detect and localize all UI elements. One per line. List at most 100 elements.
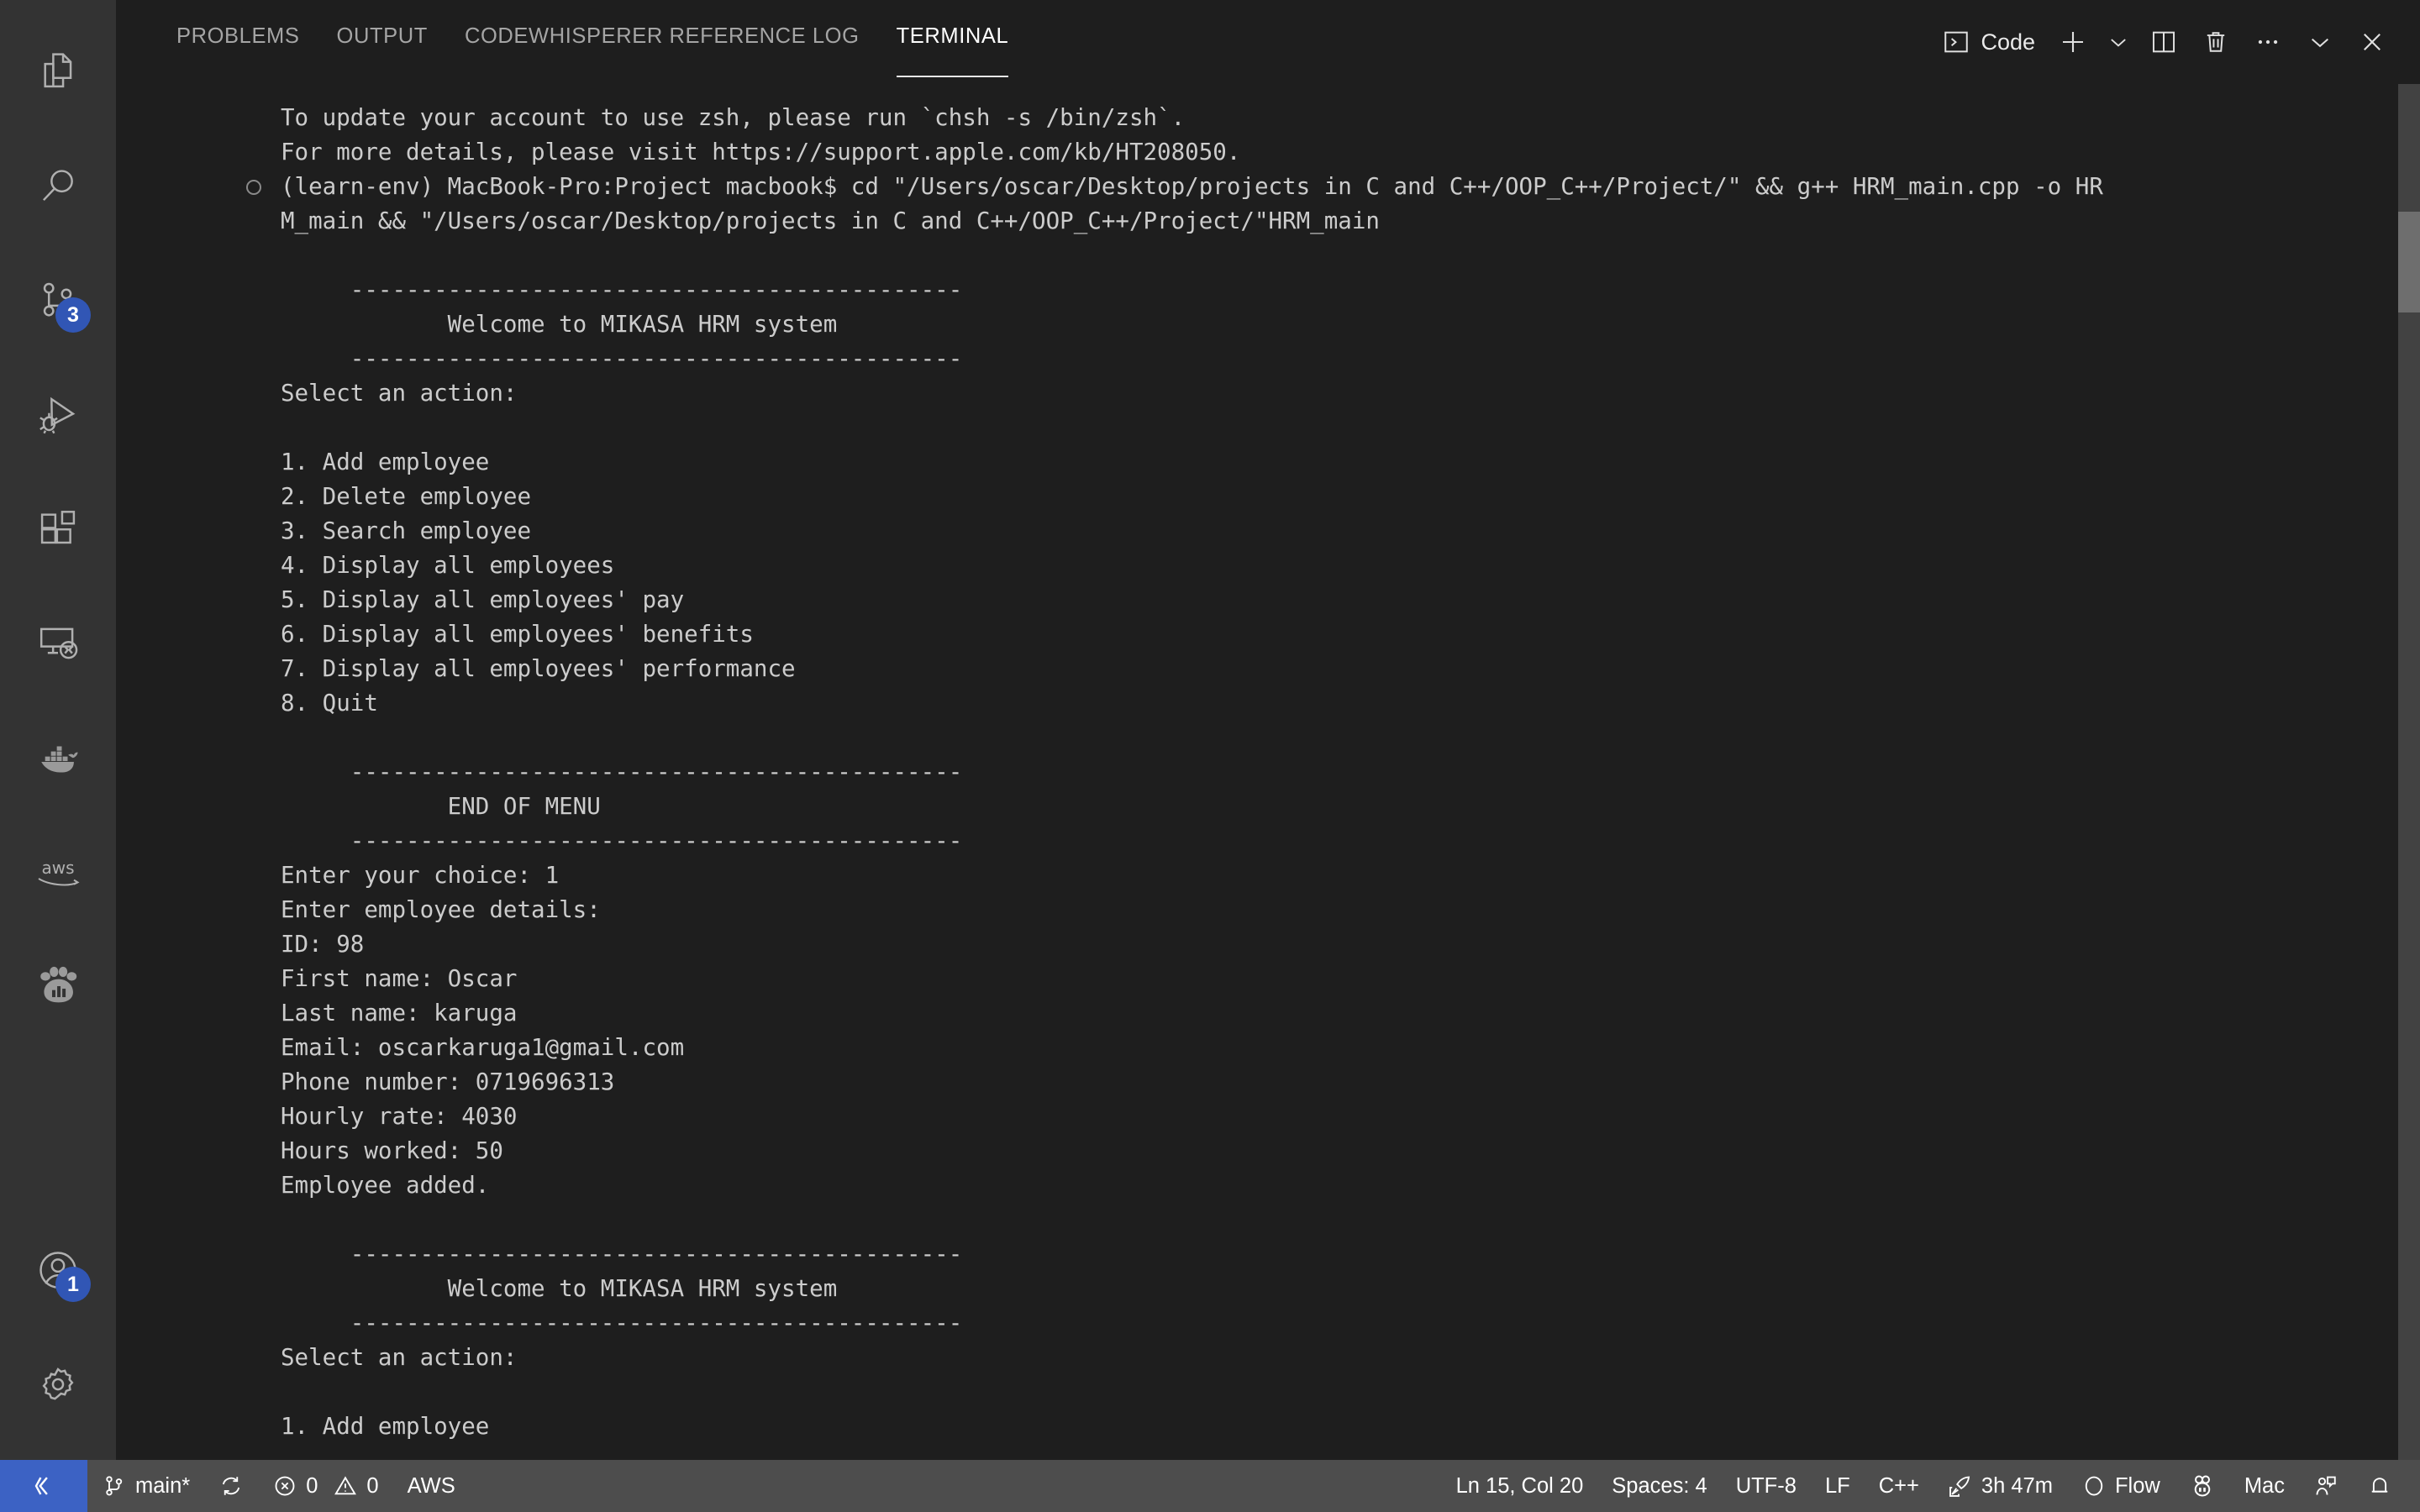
terminal-profile-selector[interactable]: Code bbox=[1935, 15, 2047, 69]
status-flow-label: Flow bbox=[2115, 1474, 2160, 1499]
terminal-line bbox=[116, 239, 2420, 273]
terminal-line: Enter employee details: bbox=[116, 893, 2420, 927]
terminal-line: 7. Display all employees' performance bbox=[116, 652, 2420, 686]
status-aws-button[interactable]: AWS bbox=[393, 1460, 470, 1512]
terminal-scrollbar-thumb[interactable] bbox=[2398, 212, 2420, 312]
terminal-line: M_main && "/Users/oscar/Desktop/projects… bbox=[116, 204, 2420, 239]
sidebar-item-docker[interactable] bbox=[0, 701, 116, 815]
split-terminal-button[interactable] bbox=[2138, 15, 2190, 69]
terminal-line: ----------------------------------------… bbox=[116, 1306, 2420, 1341]
new-terminal-dropdown-button[interactable] bbox=[2099, 15, 2138, 69]
terminal-line-text: 2. Delete employee bbox=[281, 483, 531, 510]
ellipsis-icon bbox=[2254, 28, 2282, 56]
terminal-scrollbar-track[interactable] bbox=[2398, 84, 2420, 1460]
close-panel-button[interactable] bbox=[2346, 15, 2398, 69]
tab-codewhisperer-reference-log[interactable]: CODEWHISPERER REFERENCE LOG bbox=[446, 0, 878, 84]
terminal-line: To update your account to use zsh, pleas… bbox=[116, 101, 2420, 135]
status-encoding-label: UTF-8 bbox=[1736, 1474, 1797, 1499]
status-bar-right: Ln 15, Col 20 Spaces: 4 UTF-8 LF C++ 3h bbox=[1442, 1460, 2420, 1512]
terminal-line-text: END OF MENU bbox=[281, 793, 601, 820]
kill-terminal-button[interactable] bbox=[2190, 15, 2242, 69]
git-branch-icon bbox=[102, 1473, 127, 1499]
terminal-line-text: Select an action: bbox=[281, 380, 517, 407]
terminal-line: ----------------------------------------… bbox=[116, 824, 2420, 858]
terminal-line: For more details, please visit https://s… bbox=[116, 135, 2420, 170]
status-error-count: 0 bbox=[306, 1474, 318, 1499]
chevron-down-icon bbox=[2107, 30, 2130, 54]
activity-bar-bottom-group: 1 bbox=[0, 1213, 116, 1460]
gear-icon bbox=[35, 1362, 81, 1407]
terminal-line: ----------------------------------------… bbox=[116, 1237, 2420, 1272]
run-debug-icon bbox=[35, 392, 81, 438]
maximize-panel-button[interactable] bbox=[2294, 15, 2346, 69]
panel-tab-list: PROBLEMS OUTPUT CODEWHISPERER REFERENCE … bbox=[116, 0, 1027, 84]
terminal-line-text: ID: 98 bbox=[281, 931, 364, 958]
terminal-line-text: To update your account to use zsh, pleas… bbox=[281, 104, 1185, 131]
extensions-icon bbox=[35, 507, 81, 552]
status-wakatime[interactable]: 3h 47m bbox=[1933, 1460, 2067, 1512]
sidebar-item-aws-toolkit[interactable]: aws bbox=[0, 815, 116, 929]
status-feedback-button[interactable] bbox=[2299, 1460, 2353, 1512]
command-decoration-icon bbox=[246, 180, 261, 195]
error-icon bbox=[272, 1473, 297, 1499]
terminal-line-text: Welcome to MIKASA HRM system bbox=[281, 1275, 837, 1302]
status-language-mode[interactable]: C++ bbox=[1865, 1460, 1933, 1512]
terminal-line: Enter your choice: 1 bbox=[116, 858, 2420, 893]
terminal-line: ----------------------------------------… bbox=[116, 755, 2420, 790]
tab-terminal[interactable]: TERMINAL bbox=[878, 0, 1028, 84]
terminal-line-text: 1. Add employee bbox=[281, 449, 489, 475]
terminal-icon bbox=[1942, 28, 1970, 56]
status-sync-button[interactable] bbox=[204, 1460, 258, 1512]
terminal-line-text: 3. Search employee bbox=[281, 517, 531, 544]
sidebar-item-run-and-debug[interactable] bbox=[0, 358, 116, 472]
sidebar-item-search[interactable] bbox=[0, 129, 116, 244]
terminal-output[interactable]: To update your account to use zsh, pleas… bbox=[116, 84, 2420, 1460]
panel-more-actions-button[interactable] bbox=[2242, 15, 2294, 69]
status-flow[interactable]: Flow bbox=[2067, 1460, 2175, 1512]
activity-bar: 3 bbox=[0, 0, 116, 1460]
terminal-line-text: Email: oscarkaruga1@gmail.com bbox=[281, 1034, 684, 1061]
new-terminal-button[interactable] bbox=[2047, 15, 2099, 69]
files-icon bbox=[35, 50, 81, 95]
bell-icon bbox=[2367, 1473, 2392, 1499]
panel-actions: Code bbox=[1935, 0, 2398, 84]
status-branch-button[interactable]: main* bbox=[87, 1460, 204, 1512]
person-feedback-icon bbox=[2313, 1473, 2338, 1499]
terminal-line: 3. Search employee bbox=[116, 514, 2420, 549]
status-platform[interactable]: Mac bbox=[2230, 1460, 2299, 1512]
tab-problems[interactable]: PROBLEMS bbox=[158, 0, 318, 84]
workbench-main-row: 3 bbox=[0, 0, 2420, 1460]
sidebar-item-accounts[interactable]: 1 bbox=[0, 1213, 116, 1327]
sidebar-item-remote-explorer[interactable] bbox=[0, 586, 116, 701]
remote-indicator-button[interactable] bbox=[0, 1460, 87, 1512]
terminal-line: 1. Add employee bbox=[116, 445, 2420, 480]
sidebar-item-explorer[interactable] bbox=[0, 15, 116, 129]
status-cursor-position[interactable]: Ln 15, Col 20 bbox=[1442, 1460, 1598, 1512]
terminal-line-text: 7. Display all employees' performance bbox=[281, 655, 796, 682]
terminal-line-text: For more details, please visit https://s… bbox=[281, 139, 1240, 165]
status-codewhisperer[interactable] bbox=[2175, 1460, 2230, 1512]
status-eol[interactable]: LF bbox=[1811, 1460, 1865, 1512]
tab-output[interactable]: OUTPUT bbox=[318, 0, 446, 84]
status-indentation-label: Spaces: 4 bbox=[1612, 1474, 1707, 1499]
status-notifications-button[interactable] bbox=[2353, 1460, 2407, 1512]
sidebar-item-source-control[interactable]: 3 bbox=[0, 244, 116, 358]
sidebar-item-extensions[interactable] bbox=[0, 472, 116, 586]
terminal-line-text: Phone number: 0719696313 bbox=[281, 1068, 614, 1095]
search-icon bbox=[35, 164, 81, 209]
sync-icon bbox=[218, 1473, 244, 1499]
status-indentation[interactable]: Spaces: 4 bbox=[1597, 1460, 1721, 1512]
trash-icon bbox=[2202, 28, 2230, 56]
sidebar-item-manage-settings[interactable] bbox=[0, 1327, 116, 1441]
status-aws-label: AWS bbox=[408, 1474, 455, 1499]
terminal-line bbox=[116, 1203, 2420, 1237]
remote-icon bbox=[29, 1471, 59, 1501]
status-problems-button[interactable]: 0 0 bbox=[258, 1460, 392, 1512]
split-panel-icon bbox=[2149, 28, 2178, 56]
sidebar-item-baidu-comate[interactable] bbox=[0, 929, 116, 1043]
status-bar-left: main* 0 0 AWS bbox=[0, 1460, 470, 1512]
status-bar: main* 0 0 AWS bbox=[0, 1460, 2420, 1512]
remote-explorer-icon bbox=[35, 621, 81, 666]
terminal-line-text: 8. Quit bbox=[281, 690, 378, 717]
status-encoding[interactable]: UTF-8 bbox=[1722, 1460, 1811, 1512]
